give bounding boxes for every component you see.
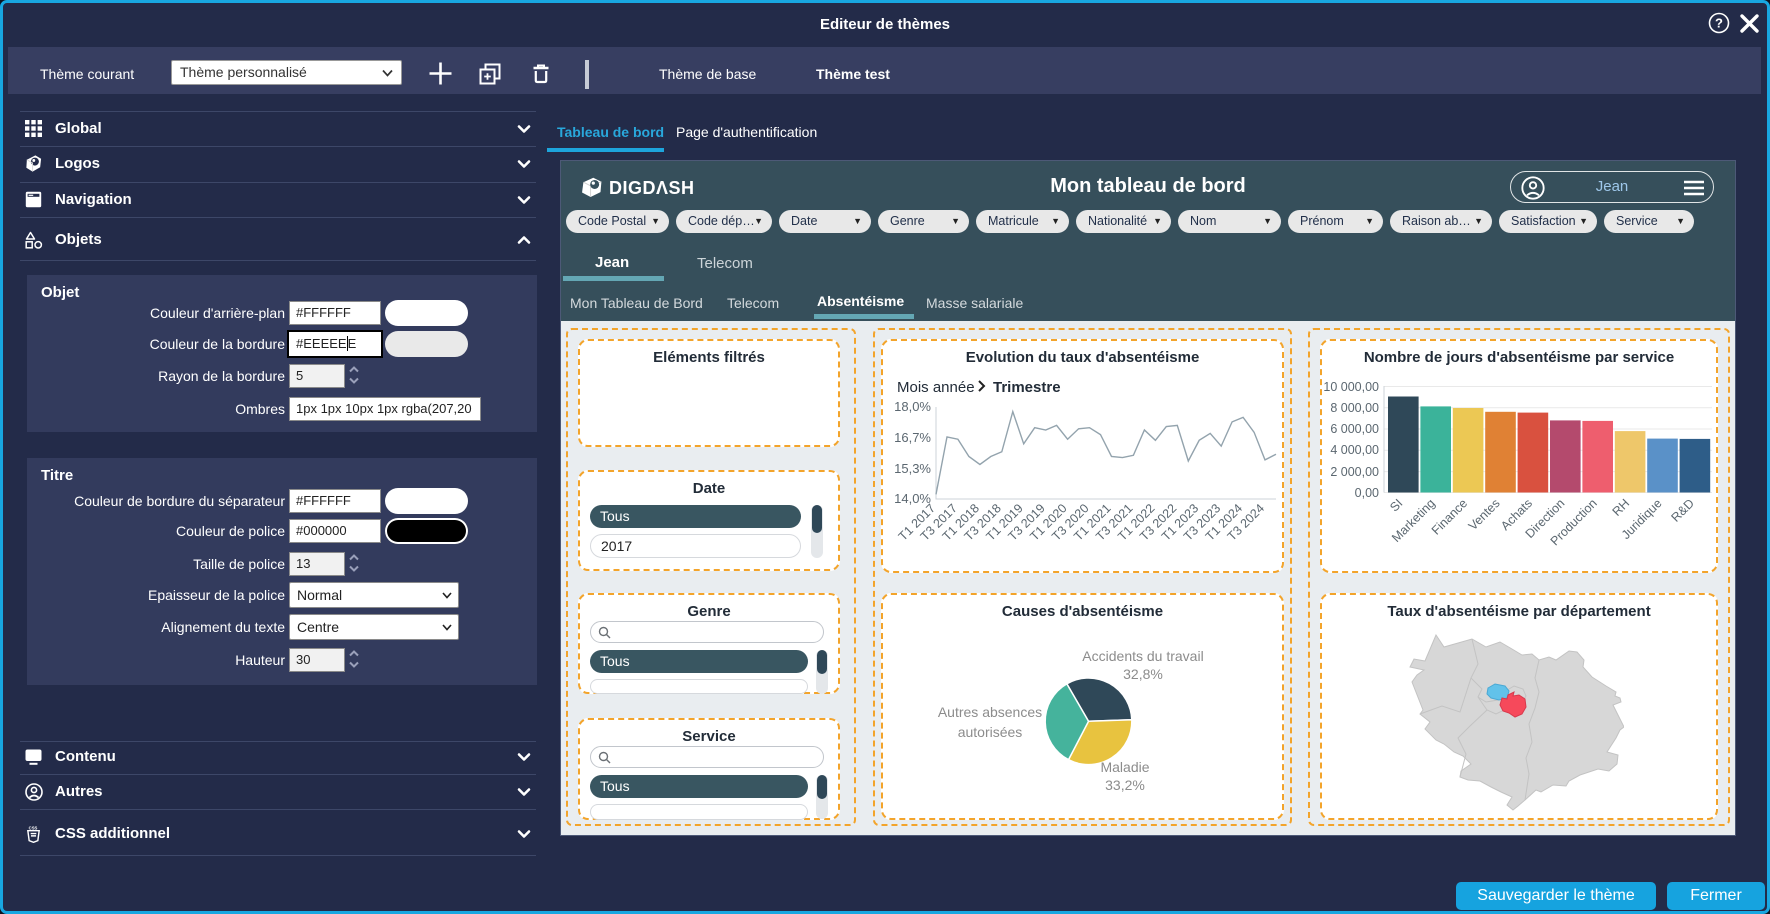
svg-text:4 000,00: 4 000,00: [1330, 443, 1379, 457]
svg-text:SI: SI: [1387, 496, 1405, 514]
svg-text:R&D: R&D: [1668, 496, 1697, 525]
svg-text:Autres absences: Autres absences: [938, 704, 1042, 720]
svg-text:Accidents du travail: Accidents du travail: [1082, 648, 1203, 664]
svg-text:33,2%: 33,2%: [1105, 777, 1145, 793]
svg-text:32,8%: 32,8%: [1123, 666, 1163, 682]
svg-text:CSS: CSS: [29, 825, 38, 830]
svg-text:RH: RH: [1610, 496, 1633, 519]
svg-text:15,3%: 15,3%: [894, 461, 931, 476]
svg-text:Maladie: Maladie: [1100, 759, 1149, 775]
svg-text:18,0%: 18,0%: [894, 399, 931, 414]
svg-text:Mois année: Mois année: [897, 379, 975, 396]
svg-text:0,00: 0,00: [1355, 486, 1379, 500]
svg-text:autorisées: autorisées: [958, 724, 1023, 740]
svg-text:16,7%: 16,7%: [894, 430, 931, 445]
svg-text:?: ?: [1715, 16, 1723, 31]
svg-text:Ventes: Ventes: [1466, 496, 1503, 533]
svg-text:Finance: Finance: [1429, 496, 1470, 537]
svg-text:6 000,00: 6 000,00: [1330, 422, 1379, 436]
svg-text:8 000,00: 8 000,00: [1330, 401, 1379, 415]
svg-text:2 000,00: 2 000,00: [1330, 465, 1379, 479]
svg-text:10 000,00: 10 000,00: [1323, 380, 1379, 394]
svg-text:Trimestre: Trimestre: [993, 379, 1061, 396]
